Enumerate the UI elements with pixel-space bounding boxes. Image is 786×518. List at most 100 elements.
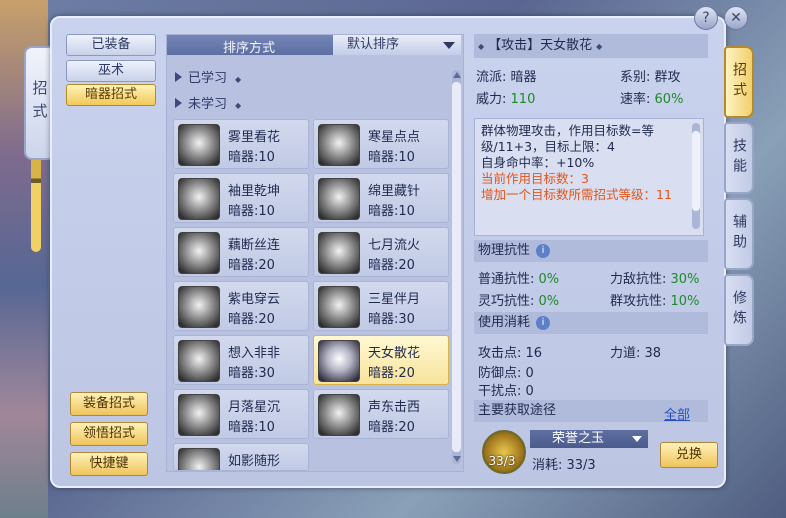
skill-icon — [178, 232, 220, 274]
skill-icon — [178, 124, 220, 166]
skill-card[interactable]: 袖里乾坤 暗器:10 — [173, 173, 309, 223]
resist-label: 群攻抗性: — [610, 294, 667, 309]
exchange-button[interactable]: 兑换 — [660, 442, 718, 468]
type-value: 群攻 — [654, 70, 681, 85]
skill-level: 暗器:10 — [228, 420, 275, 435]
speed-value: 60% — [654, 92, 684, 107]
skill-icon — [178, 394, 220, 436]
tab-zhaoshi[interactable]: 招式 — [724, 46, 754, 118]
hotkey-button[interactable]: 快捷键 — [70, 452, 148, 476]
skill-card[interactable]: 紫电穿云 暗器:20 — [173, 281, 309, 331]
cost-label: 防御点: — [478, 366, 522, 381]
equip-skill-button[interactable]: 装备招式 — [70, 392, 148, 416]
resist-label: 普通抗性: — [478, 272, 535, 287]
skill-name: 绵里藏针 — [368, 184, 421, 199]
resist-label: 力敌抗性: — [610, 272, 667, 287]
comprehend-skill-button[interactable]: 领悟招式 — [70, 422, 148, 446]
skill-icon — [318, 394, 360, 436]
skill-level: 暗器:20 — [368, 420, 415, 435]
help-button[interactable]: ? — [694, 6, 718, 30]
skill-title: 【攻击】天女散花 — [488, 38, 593, 53]
skill-card[interactable]: 三星伴月 暗器:30 — [313, 281, 449, 331]
tab-assist[interactable]: 辅助 — [724, 198, 754, 270]
sort-dropdown[interactable]: 默认排序 — [333, 35, 461, 55]
scroll-thumb[interactable] — [452, 82, 461, 452]
resist-force: 力敌抗性: 30% — [610, 268, 699, 287]
triangle-right-icon — [175, 72, 182, 82]
category-unlearned[interactable]: 未学习 ◆ — [175, 93, 241, 112]
description-scrollbar[interactable] — [692, 123, 700, 229]
school-value: 暗器 — [510, 70, 537, 85]
skill-list-scrollbar[interactable] — [452, 70, 461, 464]
power-row: 威力: 110 — [476, 88, 535, 107]
tab-cultivate[interactable]: 修炼 — [724, 274, 754, 346]
skill-level: 暗器:10 — [228, 204, 275, 219]
school-label: 流派: — [476, 70, 507, 85]
skill-level: 暗器:10 — [368, 204, 415, 219]
skill-card[interactable]: 如影随形 — [173, 443, 309, 471]
power-label: 威力: — [476, 92, 507, 107]
skill-name: 天女散花 — [368, 346, 421, 361]
cost-label: 攻击点: — [478, 346, 522, 361]
resist-value: 30% — [670, 272, 700, 287]
skill-card-selected[interactable]: 天女散花 暗器:20 — [313, 335, 449, 385]
skill-icon — [178, 448, 220, 470]
resist-agile: 灵巧抗性: 0% — [478, 290, 559, 309]
close-button[interactable]: ✕ — [724, 6, 748, 30]
skill-list-panel: 排序方式 默认排序 已学习 ◆ 未学习 ◆ 雾里看花 暗器:10 寒星点点 暗器:10 … — [166, 34, 464, 472]
scroll-thumb[interactable] — [692, 131, 700, 211]
resist-aoe: 群攻抗性: 10% — [610, 290, 699, 309]
item-count: 33/3 — [488, 454, 516, 468]
all-sources-link[interactable]: 全部 — [664, 404, 690, 423]
skill-name: 藕断丝连 — [228, 238, 281, 253]
skill-icon — [178, 340, 220, 382]
skill-detail-panel: ◆ 【攻击】天女散花 ◆ 流派: 暗器 系别: 群攻 威力: 110 速率: 60%… — [470, 34, 718, 474]
skill-icon — [178, 286, 220, 328]
power-value: 110 — [510, 92, 536, 107]
skill-card[interactable]: 声东击西暗器:20 — [313, 389, 449, 439]
skill-icon — [318, 340, 360, 382]
info-icon[interactable]: i — [536, 315, 551, 330]
filter-hidden-weapon-button[interactable]: 暗器招式 — [66, 84, 156, 106]
desc-line-highlight: 增加一个目标数所需招式等级：11 — [481, 187, 672, 202]
cost-value: 38 — [644, 346, 662, 361]
cost-attack: 攻击点: 16 — [478, 342, 542, 361]
skill-card[interactable]: 月落星沉暗器:10 — [173, 389, 309, 439]
info-icon[interactable]: i — [536, 243, 551, 258]
skill-name: 想入非非 — [228, 346, 281, 361]
diamond-icon: ◆ — [235, 75, 242, 84]
tassel-ornament — [31, 160, 41, 252]
item-name: 荣誉之玉 — [552, 431, 605, 446]
skill-card[interactable]: 寒星点点暗器:10 — [313, 119, 449, 169]
skill-card[interactable]: 想入非非 暗器:30 — [173, 335, 309, 385]
skill-icon — [178, 178, 220, 220]
skill-name: 月落星沉 — [228, 400, 281, 415]
tab-skills[interactable]: 技能 — [724, 122, 754, 194]
cost-section-header: 使用消耗 i — [474, 312, 708, 334]
scroll-down-icon[interactable] — [453, 456, 461, 462]
category-learned-label: 已学习 — [188, 71, 228, 86]
scroll-up-icon[interactable] — [453, 72, 461, 78]
list-header: 排序方式 默认排序 — [167, 35, 461, 56]
resist-label: 灵巧抗性: — [478, 294, 535, 309]
skill-level: 暗器:30 — [368, 312, 415, 327]
resist-value: 0% — [538, 272, 560, 287]
skill-level: 暗器:10 — [368, 150, 415, 165]
cost-value: 16 — [525, 346, 543, 361]
skill-card[interactable]: 雾里看花 暗器:10 — [173, 119, 309, 169]
speed-label: 速率: — [620, 92, 651, 107]
filter-witchcraft-button[interactable]: 巫术 — [66, 60, 156, 82]
cost-strength: 力道: 38 — [610, 342, 661, 361]
filter-equipped-button[interactable]: 已装备 — [66, 34, 156, 56]
item-dropdown[interactable]: 荣誉之玉 — [530, 430, 648, 448]
skill-name: 声东击西 — [368, 400, 421, 415]
category-learned[interactable]: 已学习 ◆ — [175, 67, 241, 86]
skill-card[interactable]: 绵里藏针暗器:10 — [313, 173, 449, 223]
skill-name: 如影随形 — [228, 454, 281, 469]
source-title: 主要获取途径 — [478, 403, 557, 418]
type-label: 系别: — [620, 70, 651, 85]
skill-name: 寒星点点 — [368, 130, 421, 145]
skill-card[interactable]: 藕断丝连 暗器:20 — [173, 227, 309, 277]
skill-card[interactable]: 七月流火 暗器:20 — [313, 227, 449, 277]
skill-level: 暗器:10 — [228, 150, 275, 165]
